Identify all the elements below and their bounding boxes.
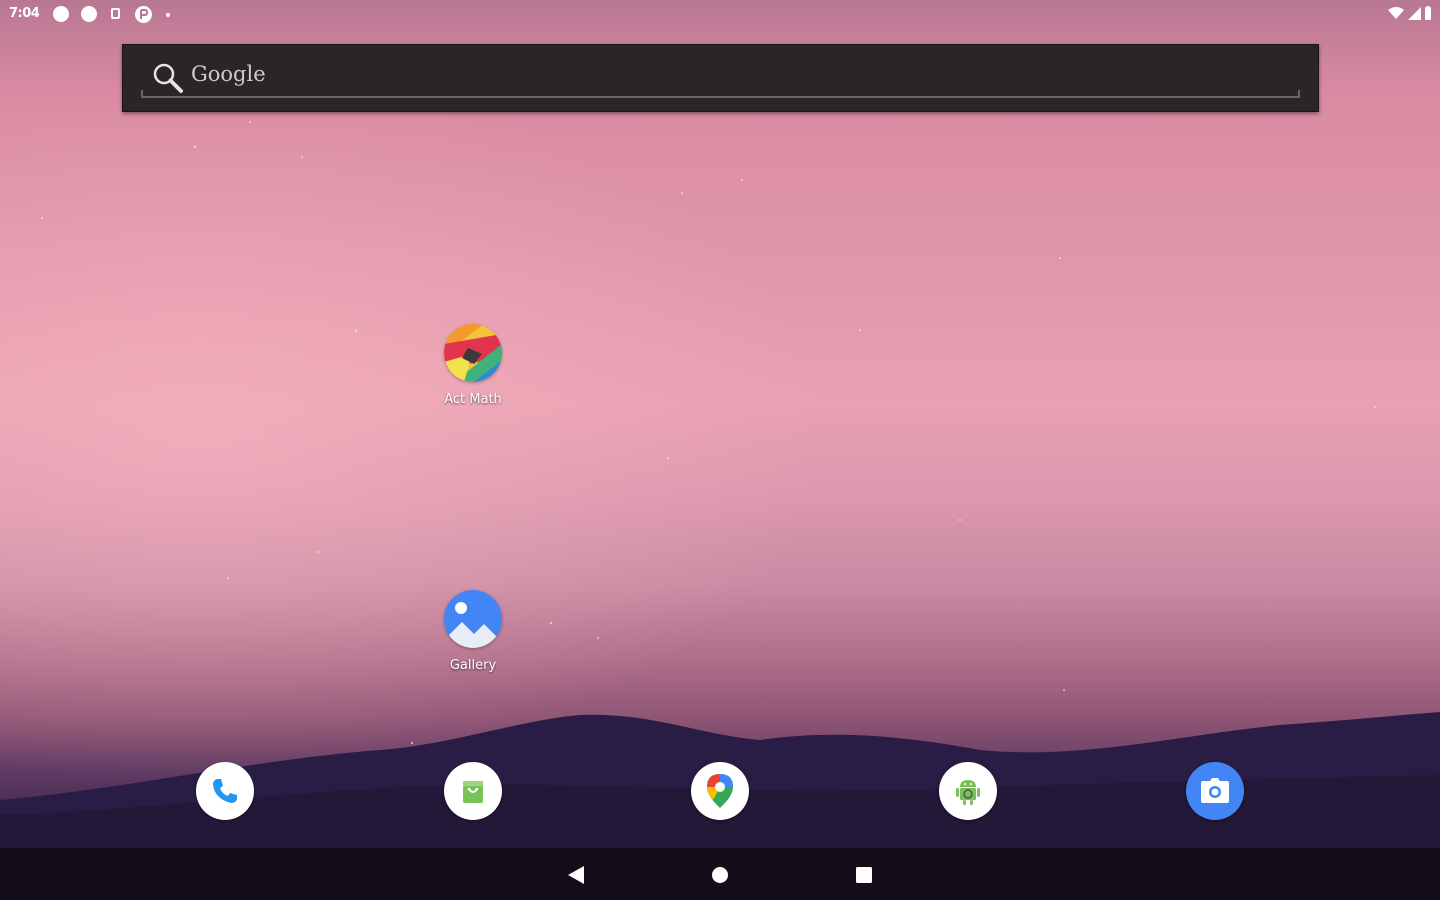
dock-camera[interactable] xyxy=(1186,762,1244,820)
android-icon xyxy=(956,780,980,805)
recents-button[interactable] xyxy=(851,862,877,888)
navigation-bar xyxy=(0,848,1440,900)
maps-icon xyxy=(707,774,733,808)
home-icon xyxy=(712,867,728,883)
dock-android[interactable] xyxy=(939,762,997,820)
google-search-bar[interactable]: Google xyxy=(122,44,1319,112)
more-notifications-icon xyxy=(166,13,170,17)
status-bar: 7:04 xyxy=(0,0,1440,28)
status-icons xyxy=(1388,6,1432,20)
store-icon xyxy=(463,781,483,803)
app-label: Act Math xyxy=(444,392,502,407)
notification-icon xyxy=(81,6,97,22)
phone-icon xyxy=(213,779,237,803)
app-label: Gallery xyxy=(449,658,497,673)
search-underline xyxy=(141,90,1300,98)
app-act-math[interactable]: Act Math xyxy=(418,324,528,407)
home-button[interactable] xyxy=(707,862,733,888)
recents-icon xyxy=(856,867,872,883)
wifi-icon xyxy=(1388,7,1404,19)
camera-icon xyxy=(1201,778,1229,803)
status-time: 7:04 xyxy=(9,6,40,21)
home-screen: 7:04 Google Act Math Gallery xyxy=(0,0,1440,900)
play-store-notification-icon xyxy=(135,6,152,23)
signal-icon xyxy=(1408,7,1421,20)
dock-phone[interactable] xyxy=(196,762,254,820)
back-button[interactable] xyxy=(563,862,589,888)
dock-maps[interactable] xyxy=(691,762,749,820)
search-label: Google xyxy=(191,62,266,86)
sd-card-icon xyxy=(111,8,120,19)
back-icon xyxy=(568,866,584,884)
act-math-icon xyxy=(444,324,502,382)
gallery-icon xyxy=(444,590,502,648)
dock-store[interactable] xyxy=(444,762,502,820)
notification-icon xyxy=(53,6,69,22)
battery-icon xyxy=(1425,6,1431,20)
app-gallery[interactable]: Gallery xyxy=(418,590,528,673)
search-icon xyxy=(153,63,183,93)
